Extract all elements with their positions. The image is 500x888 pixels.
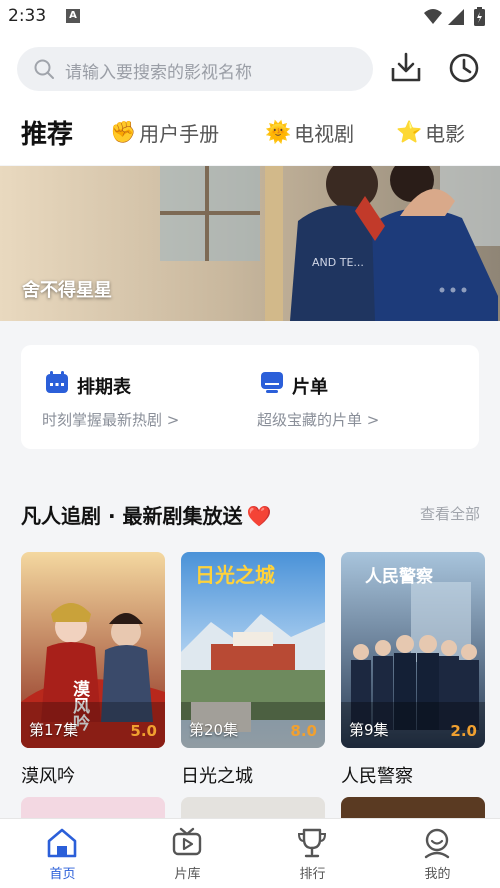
tab-label: 用户手册 bbox=[139, 121, 220, 146]
bottom-nav: 首页 片库 排行 我的 bbox=[0, 818, 500, 888]
user-icon bbox=[424, 828, 450, 859]
poster-text: 人民警察 bbox=[365, 566, 434, 587]
sun-icon: 🌞 bbox=[265, 119, 292, 144]
calendar-icon bbox=[46, 371, 68, 393]
playlist-title: 片单 bbox=[292, 377, 328, 398]
category-tabs: 推荐 ✊ 用户手册 🌞 电视剧 ⭐ 电影 bbox=[0, 110, 500, 154]
schedule-link[interactable]: 排期表 时刻掌握最新热剧 > bbox=[21, 345, 250, 449]
search-icon bbox=[34, 59, 54, 79]
banner-pager-dots bbox=[439, 287, 467, 293]
score-label: 2.0 bbox=[450, 722, 477, 740]
tab-label: 推荐 bbox=[21, 119, 74, 150]
quick-links-card: 排期表 时刻掌握最新热剧 > 片单 超级宝藏的片单 > bbox=[21, 345, 479, 449]
hero-banner[interactable]: AND TE... 舍不得星星 bbox=[0, 166, 500, 321]
nav-library[interactable]: 片库 bbox=[125, 819, 250, 888]
nav-ranking[interactable]: 排行 bbox=[250, 819, 375, 888]
show-card-poster[interactable]: 漠风吟 第17集 5.0 bbox=[21, 552, 165, 748]
status-time: 2:33 bbox=[8, 6, 47, 26]
history-icon[interactable] bbox=[446, 50, 482, 86]
show-title[interactable]: 人民警察 bbox=[341, 762, 413, 788]
download-icon[interactable] bbox=[388, 50, 424, 86]
episode-label: 第17集 bbox=[29, 721, 79, 739]
playlist-subtitle: 超级宝藏的片单 > bbox=[257, 411, 380, 429]
banner-title: 舍不得星星 bbox=[22, 280, 112, 301]
status-bar: 2:33 A bbox=[0, 0, 500, 34]
show-title[interactable]: 日光之城 bbox=[181, 762, 253, 788]
schedule-subtitle: 时刻掌握最新热剧 > bbox=[42, 411, 180, 429]
section-title: 凡人追剧 · 最新剧集放送 ❤️ bbox=[21, 500, 271, 529]
nav-label: 排行 bbox=[299, 867, 326, 882]
tab-user-manual[interactable]: ✊ 用户手册 bbox=[110, 110, 219, 154]
tab-movies[interactable]: ⭐ 电影 bbox=[396, 110, 465, 154]
show-card-poster[interactable]: 日光之城 第20集 8.0 bbox=[181, 552, 325, 748]
tab-label: 电视剧 bbox=[294, 121, 355, 146]
wifi-icon bbox=[424, 9, 442, 24]
home-icon bbox=[47, 828, 77, 858]
fist-icon: ✊ bbox=[110, 119, 137, 144]
svg-text:AND TE...: AND TE... bbox=[312, 256, 364, 269]
score-label: 8.0 bbox=[290, 722, 317, 740]
tv-icon bbox=[261, 372, 283, 393]
show-title[interactable]: 漠风吟 bbox=[21, 762, 75, 788]
trophy-icon bbox=[297, 828, 327, 858]
heart-icon: ❤️ bbox=[246, 504, 272, 528]
search-bar[interactable]: 请输入要搜索的影视名称 bbox=[17, 47, 373, 91]
section-title-text: 凡人追剧 · 最新剧集放送 bbox=[21, 504, 243, 528]
episode-label: 第20集 bbox=[189, 721, 239, 739]
episode-label: 第9集 bbox=[349, 721, 389, 739]
status-icons bbox=[424, 7, 485, 26]
nav-label: 首页 bbox=[49, 867, 76, 882]
show-card-poster[interactable]: 人民警察 第9集 2.0 bbox=[341, 552, 485, 748]
tab-label: 电影 bbox=[425, 121, 466, 146]
signal-icon bbox=[448, 9, 464, 25]
search-input[interactable]: 请输入要搜索的影视名称 bbox=[65, 58, 252, 83]
tab-recommend[interactable]: 推荐 bbox=[21, 110, 73, 154]
nav-label: 片库 bbox=[174, 867, 201, 882]
nav-profile[interactable]: 我的 bbox=[375, 819, 500, 888]
score-label: 5.0 bbox=[130, 722, 157, 740]
playlist-link[interactable]: 片单 超级宝藏的片单 > bbox=[250, 345, 479, 449]
tv-play-icon bbox=[172, 827, 202, 856]
nav-home[interactable]: 首页 bbox=[0, 819, 125, 888]
tab-tv-series[interactable]: 🌞 电视剧 bbox=[265, 110, 354, 154]
view-all-link[interactable]: 查看全部 bbox=[420, 503, 480, 524]
notification-icon: A bbox=[66, 9, 80, 23]
poster-text: 日光之城 bbox=[195, 563, 275, 587]
star-icon: ⭐ bbox=[396, 119, 423, 144]
schedule-title: 排期表 bbox=[77, 377, 131, 398]
nav-label: 我的 bbox=[424, 867, 451, 882]
